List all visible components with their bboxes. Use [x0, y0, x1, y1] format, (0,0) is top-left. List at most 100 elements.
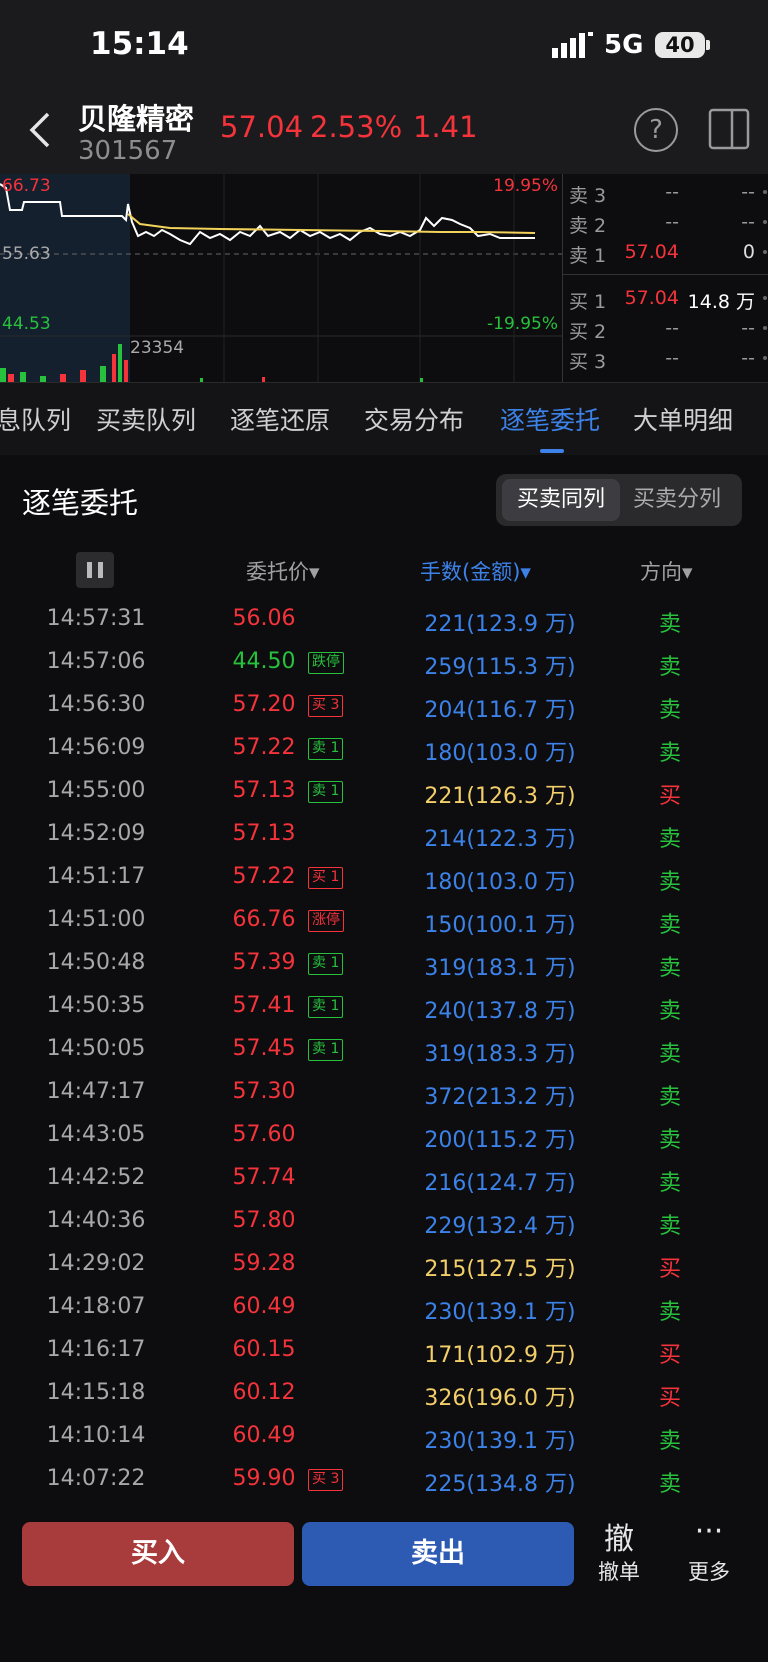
toggle-separate[interactable]: 买卖分列 — [618, 479, 736, 521]
tab-large-orders[interactable]: 大单明细 — [633, 401, 733, 437]
bid-3-row: 买 3 -- -- — [563, 344, 768, 374]
tab-queue[interactable]: 息队列 — [0, 401, 71, 437]
order-time: 14:16:17 — [46, 1337, 146, 1362]
order-direction: 卖 — [658, 1214, 681, 1239]
order-direction: 卖 — [658, 913, 681, 938]
table-row[interactable]: 14:51:00 66.76 涨停 150(100.1 万) 卖 — [0, 899, 768, 942]
table-row[interactable]: 14:15:18 60.12 326(196.0 万) 买 — [0, 1372, 768, 1415]
tab-order-queue[interactable]: 买卖队列 — [96, 401, 196, 437]
order-direction: 卖 — [658, 698, 681, 723]
section-title: 逐笔委托 — [22, 486, 139, 520]
order-time: 14:15:18 — [46, 1380, 146, 1405]
order-volume: 230(139.1 万) — [424, 1300, 576, 1325]
more-button[interactable]: ··· 更多 — [674, 1514, 744, 1586]
status-bar: 15:14 5G 40 — [0, 0, 768, 90]
order-direction: 卖 — [658, 741, 681, 766]
order-volume: 180(103.0 万) — [424, 741, 576, 766]
order-volume: 240(137.8 万) — [424, 999, 576, 1024]
clock: 15:14 — [90, 26, 189, 62]
order-time: 14:50:35 — [46, 993, 146, 1018]
order-time: 14:18:07 — [46, 1294, 146, 1319]
intraday-chart-svg — [0, 174, 562, 382]
table-row[interactable]: 14:57:31 56.06 221(123.9 万) 卖 — [0, 598, 768, 641]
order-volume: 221(126.3 万) — [424, 784, 576, 809]
back-icon[interactable] — [24, 108, 60, 152]
table-row[interactable]: 14:52:09 57.13 214(122.3 万) 卖 — [0, 813, 768, 856]
battery-nub — [706, 40, 710, 50]
order-volume: 259(115.3 万) — [424, 655, 576, 680]
order-volume: 319(183.3 万) — [424, 1042, 576, 1067]
toggle-combined[interactable]: 买卖同列 — [502, 479, 620, 521]
table-row[interactable]: 14:55:00 57.13 卖 1 221(126.3 万) 买 — [0, 770, 768, 813]
order-volume: 230(139.1 万) — [424, 1429, 576, 1454]
order-time: 14:51:17 — [46, 864, 146, 889]
order-time: 14:57:06 — [46, 649, 146, 674]
order-price: 57.80 — [232, 1208, 296, 1233]
table-row[interactable]: 14:18:07 60.49 230(139.1 万) 卖 — [0, 1286, 768, 1329]
table-row[interactable]: 14:43:05 57.60 200(115.2 万) 卖 — [0, 1114, 768, 1157]
table-row[interactable]: 14:29:02 59.28 215(127.5 万) 买 — [0, 1243, 768, 1286]
direction-column-header[interactable]: 方向▾ — [640, 556, 693, 586]
ask-3-row: 卖 3 -- -- — [563, 178, 768, 208]
chart-low-label: 44.53 — [2, 314, 51, 334]
order-tag-badge: 买 3 — [308, 695, 344, 717]
table-row[interactable]: 14:40:36 57.80 229(132.4 万) 卖 — [0, 1200, 768, 1243]
more-label: 更多 — [688, 1560, 730, 1584]
price-column-header[interactable]: 委托价▾ — [246, 556, 320, 586]
table-row[interactable]: 14:56:09 57.22 卖 1 180(103.0 万) 卖 — [0, 727, 768, 770]
buy-button[interactable]: 买入 — [22, 1522, 294, 1586]
table-row[interactable]: 14:07:22 59.90 买 3 225(134.8 万) 卖 — [0, 1458, 768, 1501]
order-volume: 372(213.2 万) — [424, 1085, 576, 1110]
order-price: 60.12 — [232, 1380, 296, 1405]
table-row[interactable]: 14:50:48 57.39 卖 1 319(183.1 万) 卖 — [0, 942, 768, 985]
order-tag-badge: 卖 1 — [308, 781, 344, 803]
order-direction: 卖 — [658, 956, 681, 981]
order-volume: 200(115.2 万) — [424, 1128, 576, 1153]
order-volume: 319(183.1 万) — [424, 956, 576, 981]
order-volume: 180(103.0 万) — [424, 870, 576, 895]
order-price: 59.28 — [232, 1251, 296, 1276]
table-row[interactable]: 14:16:17 60.15 171(102.9 万) 买 — [0, 1329, 768, 1372]
order-direction: 卖 — [658, 655, 681, 680]
change-percent: 2.53% — [310, 110, 403, 144]
order-time: 14:50:48 — [46, 950, 146, 975]
stock-header: 贝隆精密 301567 57.04 2.53% 1.41 ? — [0, 90, 768, 174]
stock-name: 贝隆精密 — [78, 102, 195, 136]
table-row[interactable]: 14:50:35 57.41 卖 1 240(137.8 万) 卖 — [0, 985, 768, 1028]
tab-tick-restore[interactable]: 逐笔还原 — [230, 401, 330, 437]
order-tag-badge: 卖 1 — [308, 1039, 344, 1061]
cancel-label: 撤单 — [598, 1560, 640, 1584]
order-time: 14:29:02 — [46, 1251, 146, 1276]
order-tag-badge: 涨停 — [308, 910, 344, 932]
order-time: 14:47:17 — [46, 1079, 146, 1104]
order-book[interactable]: 卖 3 -- -- 卖 2 -- -- 卖 1 57.04 0 买 1 57.0… — [562, 174, 768, 382]
table-row[interactable]: 14:10:14 60.49 230(139.1 万) 卖 — [0, 1415, 768, 1458]
question-circle-icon[interactable]: ? — [634, 108, 678, 152]
pause-icon[interactable] — [76, 552, 114, 588]
intraday-chart[interactable]: 66.73 55.63 44.53 19.95% -19.95% 23354 — [0, 174, 562, 382]
order-volume: 214(122.3 万) — [424, 827, 576, 852]
order-direction: 买 — [658, 1343, 681, 1368]
table-row[interactable]: 14:56:30 57.20 买 3 204(116.7 万) 卖 — [0, 684, 768, 727]
volume-column-header[interactable]: 手数(金额)▾ — [420, 556, 531, 586]
split-view-icon[interactable] — [708, 108, 752, 150]
tab-tick-orders[interactable]: 逐笔委托 — [500, 401, 600, 437]
order-tag-badge: 卖 1 — [308, 953, 344, 975]
cancel-order-button[interactable]: 撤 撤单 — [584, 1514, 654, 1586]
active-tab-indicator — [540, 449, 564, 453]
view-mode-toggle: 买卖同列 买卖分列 — [496, 474, 742, 526]
tab-trade-distribution[interactable]: 交易分布 — [364, 401, 464, 437]
table-row[interactable]: 14:57:06 44.50 跌停 259(115.3 万) 卖 — [0, 641, 768, 684]
cancel-icon: 撤 — [604, 1522, 634, 1557]
order-time: 14:56:09 — [46, 735, 146, 760]
avg-price-line — [127, 213, 536, 234]
table-row[interactable]: 14:50:05 57.45 卖 1 319(183.3 万) 卖 — [0, 1028, 768, 1071]
sell-button[interactable]: 卖出 — [302, 1522, 574, 1586]
table-row[interactable]: 14:51:17 57.22 买 1 180(103.0 万) 卖 — [0, 856, 768, 899]
order-direction: 卖 — [658, 1042, 681, 1067]
order-price: 57.30 — [232, 1079, 296, 1104]
table-row[interactable]: 14:47:17 57.30 372(213.2 万) 卖 — [0, 1071, 768, 1114]
table-row[interactable]: 14:42:52 57.74 216(124.7 万) 卖 — [0, 1157, 768, 1200]
chart-down-pct: -19.95% — [487, 314, 558, 334]
signal-icon — [552, 32, 593, 58]
